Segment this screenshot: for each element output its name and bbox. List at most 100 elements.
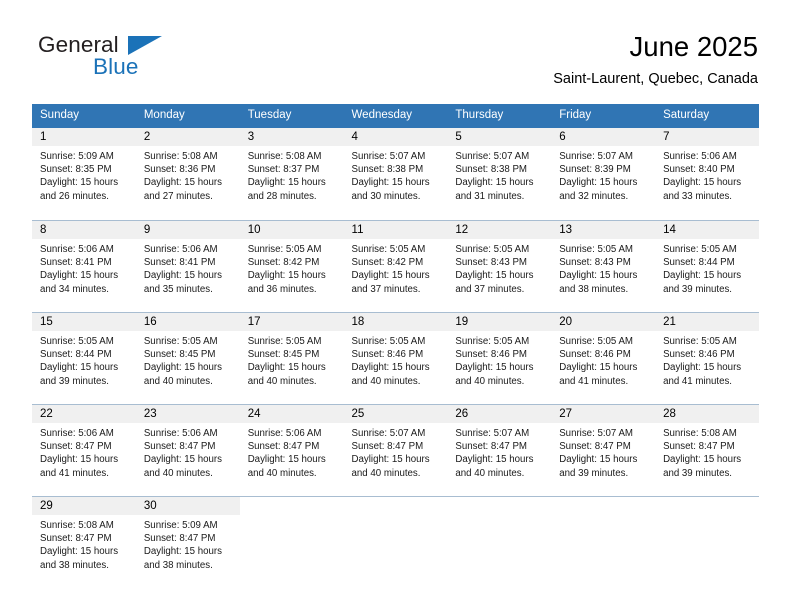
- day-number: 17: [239, 313, 344, 331]
- day-number: 11: [343, 221, 448, 239]
- week-spacer-row: [32, 488, 759, 496]
- day-cell-inner[interactable]: 5 Sunrise: 5:07 AM Sunset: 8:38 PM Daylight…: [447, 128, 552, 212]
- calendar-page: General Blue June 2025 Saint-Laurent, Qu…: [0, 0, 792, 612]
- daylight-text-line2: and 40 minutes.: [455, 375, 525, 387]
- day-cell[interactable]: 21 Sunrise: 5:05 AM Sunset: 8:46 PM Dayligh…: [655, 312, 759, 396]
- day-cell-inner[interactable]: 10 Sunrise: 5:05 AM Sunset: 8:42 PM Dayligh…: [239, 220, 344, 304]
- day-cell-inner[interactable]: 7 Sunrise: 5:06 AM Sunset: 8:40 PM Daylight…: [655, 128, 759, 212]
- day-number: 1: [32, 128, 136, 146]
- day-cell[interactable]: 7 Sunrise: 5:06 AM Sunset: 8:40 PM Daylight…: [655, 128, 759, 212]
- day-cell[interactable]: 5 Sunrise: 5:07 AM Sunset: 8:38 PM Daylight…: [447, 128, 552, 212]
- day-cell[interactable]: 16 Sunrise: 5:05 AM Sunset: 8:45 PM Dayligh…: [135, 312, 240, 396]
- day-cell[interactable]: 29 Sunrise: 5:08 AM Sunset: 8:47 PM Dayligh…: [32, 496, 136, 580]
- day-cell[interactable]: 11 Sunrise: 5:05 AM Sunset: 8:42 PM Dayligh…: [343, 220, 448, 304]
- day-cell[interactable]: 26 Sunrise: 5:07 AM Sunset: 8:47 PM Dayligh…: [447, 404, 552, 488]
- sunrise-text: Sunrise: 5:05 AM: [143, 336, 218, 347]
- day-cell[interactable]: 13 Sunrise: 5:05 AM Sunset: 8:43 PM Dayligh…: [551, 220, 656, 304]
- day-number: 24: [239, 405, 344, 423]
- sunrise-text: Sunrise: 5:07 AM: [455, 428, 530, 439]
- day-cell-inner[interactable]: 14 Sunrise: 5:05 AM Sunset: 8:44 PM Dayligh…: [655, 220, 759, 304]
- day-cell[interactable]: 14 Sunrise: 5:05 AM Sunset: 8:44 PM Dayligh…: [655, 220, 759, 304]
- day-cell[interactable]: 15 Sunrise: 5:05 AM Sunset: 8:44 PM Dayligh…: [32, 312, 136, 396]
- day-cell[interactable]: 9 Sunrise: 5:06 AM Sunset: 8:41 PM Daylight…: [135, 220, 240, 304]
- daylight-text-line1: Daylight: 15 hours: [143, 546, 222, 558]
- daylight-text-line2: and 39 minutes.: [663, 283, 732, 295]
- day-cell[interactable]: 30 Sunrise: 5:09 AM Sunset: 8:47 PM Dayligh…: [135, 496, 240, 580]
- day-cell-empty: [343, 496, 448, 580]
- day-cell-inner[interactable]: 28 Sunrise: 5:08 AM Sunset: 8:47 PM Dayligh…: [655, 404, 759, 488]
- sunrise-text: Sunrise: 5:05 AM: [247, 336, 322, 347]
- day-cell[interactable]: 8 Sunrise: 5:06 AM Sunset: 8:41 PM Daylight…: [32, 220, 136, 304]
- daylight-text-line1: Daylight: 15 hours: [143, 454, 222, 466]
- day-cell[interactable]: 24 Sunrise: 5:06 AM Sunset: 8:47 PM Dayligh…: [239, 404, 344, 488]
- day-cell-inner[interactable]: 6 Sunrise: 5:07 AM Sunset: 8:39 PM Daylight…: [551, 128, 656, 212]
- day-cell-inner[interactable]: 26 Sunrise: 5:07 AM Sunset: 8:47 PM Dayligh…: [447, 404, 552, 488]
- sunset-text: Sunset: 8:43 PM: [559, 257, 631, 269]
- daylight-text-line2: and 35 minutes.: [143, 283, 213, 295]
- day-cell-inner[interactable]: 18 Sunrise: 5:05 AM Sunset: 8:46 PM Dayligh…: [343, 312, 448, 396]
- sunset-text: Sunset: 8:36 PM: [143, 164, 216, 176]
- day-cell-inner[interactable]: 8 Sunrise: 5:06 AM Sunset: 8:41 PM Daylight…: [32, 220, 136, 304]
- day-number: 16: [135, 313, 240, 331]
- day-cell-inner[interactable]: 11 Sunrise: 5:05 AM Sunset: 8:42 PM Dayligh…: [343, 220, 448, 304]
- day-cell-inner[interactable]: 15 Sunrise: 5:05 AM Sunset: 8:44 PM Dayligh…: [32, 312, 136, 396]
- day-cell[interactable]: 2 Sunrise: 5:08 AM Sunset: 8:36 PM Daylight…: [135, 128, 240, 212]
- day-cell[interactable]: 6 Sunrise: 5:07 AM Sunset: 8:39 PM Daylight…: [551, 128, 656, 212]
- day-cell-inner[interactable]: 21 Sunrise: 5:05 AM Sunset: 8:46 PM Dayligh…: [655, 312, 759, 396]
- day-sun-info: Sunrise: 5:07 AM Sunset: 8:38 PM Daylight:…: [344, 146, 448, 203]
- day-cell-inner[interactable]: 17 Sunrise: 5:05 AM Sunset: 8:45 PM Dayligh…: [239, 312, 344, 396]
- day-cell-inner[interactable]: 4 Sunrise: 5:07 AM Sunset: 8:38 PM Daylight…: [343, 128, 448, 212]
- brand-logo[interactable]: General Blue: [38, 32, 268, 84]
- day-cell-inner[interactable]: 25 Sunrise: 5:07 AM Sunset: 8:47 PM Dayligh…: [343, 404, 448, 488]
- week-row: 29 Sunrise: 5:08 AM Sunset: 8:47 PM Dayligh…: [32, 496, 759, 580]
- day-cell-inner[interactable]: 16 Sunrise: 5:05 AM Sunset: 8:45 PM Dayligh…: [135, 312, 240, 396]
- day-cell-inner[interactable]: 12 Sunrise: 5:05 AM Sunset: 8:43 PM Dayligh…: [447, 220, 552, 304]
- daylight-text-line2: and 38 minutes.: [143, 559, 213, 571]
- daylight-text-line1: Daylight: 15 hours: [40, 177, 119, 189]
- day-cell-inner[interactable]: 30 Sunrise: 5:09 AM Sunset: 8:47 PM Dayligh…: [135, 496, 240, 580]
- day-cell-inner[interactable]: 19 Sunrise: 5:05 AM Sunset: 8:46 PM Dayligh…: [447, 312, 552, 396]
- day-cell-inner[interactable]: 23 Sunrise: 5:06 AM Sunset: 8:47 PM Dayligh…: [135, 404, 240, 488]
- day-cell-inner[interactable]: 22 Sunrise: 5:06 AM Sunset: 8:47 PM Dayligh…: [32, 404, 136, 488]
- weekday-header-row: Sunday Monday Tuesday Wednesday Thursday Frid…: [32, 104, 759, 128]
- sunrise-text: Sunrise: 5:06 AM: [40, 244, 114, 255]
- day-cell-inner[interactable]: 1 Sunrise: 5:09 AM Sunset: 8:35 PM Daylight…: [32, 128, 136, 212]
- weekday-header-sunday: Sunday: [32, 104, 136, 128]
- day-cell-inner[interactable]: 24 Sunrise: 5:06 AM Sunset: 8:47 PM Dayligh…: [239, 404, 344, 488]
- daylight-text-line1: Daylight: 15 hours: [663, 270, 742, 282]
- day-cell-inner[interactable]: 9 Sunrise: 5:06 AM Sunset: 8:41 PM Daylight…: [135, 220, 240, 304]
- sunset-text: Sunset: 8:38 PM: [455, 164, 527, 176]
- sunrise-text: Sunrise: 5:05 AM: [351, 244, 426, 255]
- day-cell[interactable]: 3 Sunrise: 5:08 AM Sunset: 8:37 PM Daylight…: [239, 128, 344, 212]
- day-cell[interactable]: 1 Sunrise: 5:09 AM Sunset: 8:35 PM Daylight…: [32, 128, 136, 212]
- title-block: June 2025 Saint-Laurent, Quebec, Canada: [553, 30, 758, 88]
- day-cell[interactable]: 4 Sunrise: 5:07 AM Sunset: 8:38 PM Daylight…: [343, 128, 448, 212]
- day-cell[interactable]: 20 Sunrise: 5:05 AM Sunset: 8:46 PM Dayligh…: [551, 312, 656, 396]
- day-cell-inner[interactable]: 27 Sunrise: 5:07 AM Sunset: 8:47 PM Dayligh…: [551, 404, 656, 488]
- day-number: 12: [447, 221, 552, 239]
- day-number: 14: [655, 221, 759, 239]
- sunrise-text: Sunrise: 5:05 AM: [559, 244, 633, 255]
- day-cell-inner[interactable]: 29 Sunrise: 5:08 AM Sunset: 8:47 PM Dayligh…: [32, 496, 136, 580]
- day-cell[interactable]: 18 Sunrise: 5:05 AM Sunset: 8:46 PM Dayligh…: [343, 312, 448, 396]
- day-cell[interactable]: 27 Sunrise: 5:07 AM Sunset: 8:47 PM Dayligh…: [551, 404, 656, 488]
- day-cell[interactable]: 12 Sunrise: 5:05 AM Sunset: 8:43 PM Dayligh…: [447, 220, 552, 304]
- sunset-text: Sunset: 8:43 PM: [455, 257, 527, 269]
- day-cell[interactable]: 17 Sunrise: 5:05 AM Sunset: 8:45 PM Dayligh…: [239, 312, 344, 396]
- day-sun-info: Sunrise: 5:06 AM Sunset: 8:40 PM Daylight:…: [655, 146, 759, 203]
- day-cell[interactable]: 10 Sunrise: 5:05 AM Sunset: 8:42 PM Dayligh…: [239, 220, 344, 304]
- day-cell[interactable]: 25 Sunrise: 5:07 AM Sunset: 8:47 PM Dayligh…: [343, 404, 448, 488]
- sunset-text: Sunset: 8:45 PM: [247, 349, 320, 361]
- day-cell-inner[interactable]: 3 Sunrise: 5:08 AM Sunset: 8:37 PM Daylight…: [239, 128, 344, 212]
- day-cell[interactable]: 28 Sunrise: 5:08 AM Sunset: 8:47 PM Dayligh…: [655, 404, 759, 488]
- day-number: 26: [447, 405, 552, 423]
- day-cell[interactable]: 19 Sunrise: 5:05 AM Sunset: 8:46 PM Dayligh…: [447, 312, 552, 396]
- day-cell[interactable]: 23 Sunrise: 5:06 AM Sunset: 8:47 PM Dayligh…: [135, 404, 240, 488]
- day-cell-inner[interactable]: 2 Sunrise: 5:08 AM Sunset: 8:36 PM Daylight…: [135, 128, 240, 212]
- weekday-header-wednesday: Wednesday: [343, 104, 448, 128]
- day-cell-inner[interactable]: 13 Sunrise: 5:05 AM Sunset: 8:43 PM Dayligh…: [551, 220, 656, 304]
- daylight-text-line2: and 40 minutes.: [351, 467, 421, 479]
- daylight-text-line2: and 31 minutes.: [455, 190, 525, 202]
- day-cell[interactable]: 22 Sunrise: 5:06 AM Sunset: 8:47 PM Dayligh…: [32, 404, 136, 488]
- day-cell-inner[interactable]: 20 Sunrise: 5:05 AM Sunset: 8:46 PM Dayligh…: [551, 312, 656, 396]
